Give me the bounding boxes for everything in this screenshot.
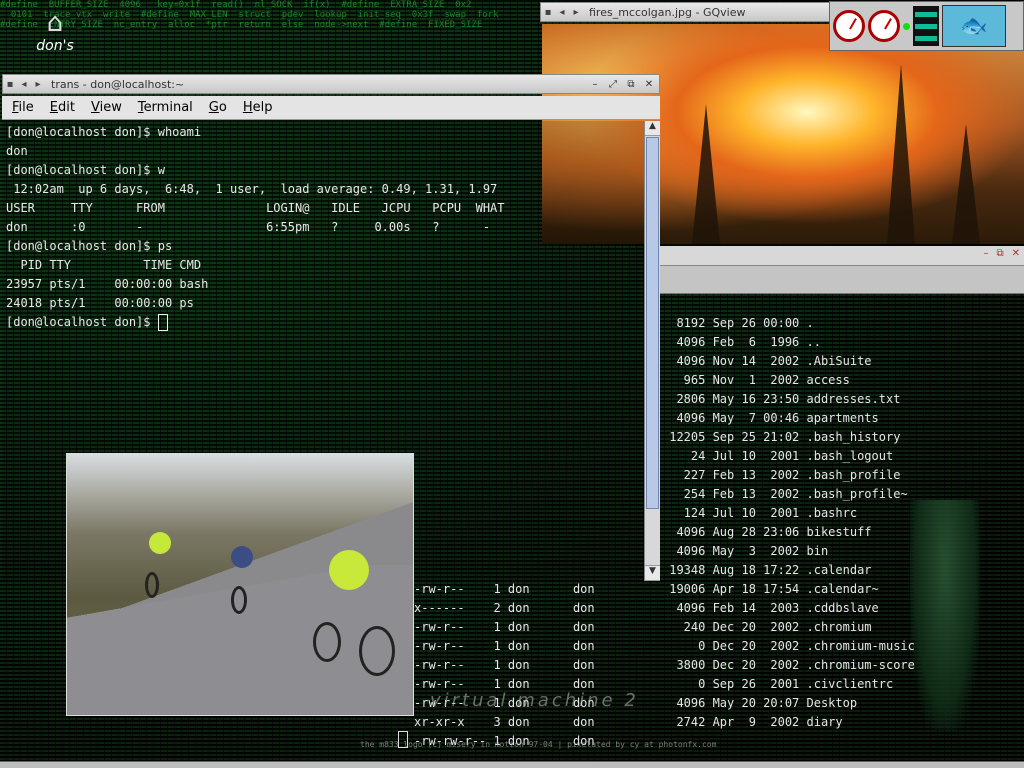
list-item: 0 Sep 26 2001 .civclientrc xyxy=(662,677,894,691)
tree-silhouette xyxy=(952,124,980,244)
bike-wheel xyxy=(231,586,247,614)
list-item: 227 Feb 13 2002 .bash_profile xyxy=(662,468,901,482)
close-icon[interactable]: ✕ xyxy=(643,79,655,90)
listing-window-toolbar xyxy=(660,266,1024,294)
close-icon[interactable]: ✕ xyxy=(1012,248,1020,259)
list-item: xr-xr-x 3 don don xyxy=(414,715,595,729)
list-item: 19006 Apr 18 17:54 .calendar~ xyxy=(662,582,879,596)
terminal-line: 24018 pts/1 00:00:00 ps xyxy=(6,296,194,310)
list-item: x------ 2 don don xyxy=(414,601,595,615)
shade-left-icon[interactable]: ◂ xyxy=(17,79,31,90)
watermark-text: virtual machine 2 xyxy=(430,690,639,711)
minimize-icon[interactable]: – xyxy=(589,79,601,90)
status-led-icon xyxy=(903,22,910,30)
menu-view[interactable]: View xyxy=(91,100,122,115)
terminal-line: [don@localhost don]$ whoami xyxy=(6,125,202,139)
cyclist-figure xyxy=(149,532,171,554)
maximize-icon[interactable]: ⧉ xyxy=(996,248,1003,259)
listing-window-titlebar[interactable]: – ⧉ ✕ xyxy=(660,246,1024,266)
list-item: 4096 May 3 2002 bin xyxy=(662,544,829,558)
list-item: 124 Jul 10 2001 .bashrc xyxy=(662,506,858,520)
list-item: 2806 May 16 23:50 addresses.txt xyxy=(662,392,901,406)
terminal-line: 23957 pts/1 00:00:00 bash xyxy=(6,277,209,291)
cyclists-photo xyxy=(66,453,414,716)
credit-text: the m833 logo (c) misery in motion 97-04… xyxy=(360,740,717,749)
cyclist-figure xyxy=(231,546,253,568)
list-item: 19348 Aug 18 17:22 .calendar xyxy=(662,563,872,577)
list-item: 4096 May 20 20:07 Desktop xyxy=(662,696,858,710)
terminal-titlebar[interactable]: ▪ ◂ ▸ trans - don@localhost:~ – ⤢ ⧉ ✕ xyxy=(2,74,660,94)
prompt-text: [don@localhost don]$ xyxy=(6,315,158,329)
list-item: 965 Nov 1 2002 access xyxy=(662,373,850,387)
list-item: 254 Feb 13 2002 .bash_profile~ xyxy=(662,487,908,501)
terminal-cursor xyxy=(157,314,168,331)
menu-terminal[interactable]: Terminal xyxy=(138,100,193,115)
directory-listing: 8192 Sep 26 00:00 . 4096 Feb 6 1996 .. 4… xyxy=(662,314,1022,732)
memory-gauge-icon xyxy=(868,10,900,42)
menu-go[interactable]: Go xyxy=(209,100,227,115)
menu-edit[interactable]: Edit xyxy=(50,100,75,115)
list-item: 4096 May 7 00:46 apartments xyxy=(662,411,879,425)
list-item: 0 Dec 20 2002 .chromium-music xyxy=(662,639,915,653)
cyclist-figure xyxy=(329,550,369,590)
terminal-menubar: File Edit View Terminal Go Help xyxy=(2,96,660,120)
gqview-titlebar[interactable]: ▪ ◂ ▸ fires_mccolgan.jpg - GQview xyxy=(540,2,832,22)
minimize-icon[interactable]: – xyxy=(983,248,988,259)
bike-wheel xyxy=(359,626,395,676)
list-item: 240 Dec 20 2002 .chromium xyxy=(662,620,872,634)
terminal-title: trans - don@localhost:~ xyxy=(51,77,185,91)
tree-silhouette xyxy=(887,64,915,244)
load-bars-icon xyxy=(913,6,939,46)
scrollbar-thumb[interactable] xyxy=(646,137,659,509)
bike-wheel xyxy=(313,622,341,662)
list-item: 12205 Sep 25 21:02 .bash_history xyxy=(662,430,901,444)
list-item: -rw-r-- 1 don don xyxy=(414,658,595,672)
maximize-icon[interactable]: ⧉ xyxy=(625,79,637,90)
scroll-down-icon[interactable]: ▼ xyxy=(645,565,660,581)
permissions-listing: -rw-r-- 1 don don x------ 2 don don -rw-… xyxy=(414,580,664,751)
list-item: 3800 Dec 20 2002 .chromium-score xyxy=(662,658,915,672)
list-item: 4096 Feb 6 1996 .. xyxy=(662,335,821,349)
terminal-prompt-line: [don@localhost don]$ xyxy=(6,313,640,332)
shade-right-icon[interactable]: ▸ xyxy=(569,7,583,18)
taskbar[interactable] xyxy=(0,761,1024,768)
shade-left-icon[interactable]: ◂ xyxy=(555,7,569,18)
list-item: -rw-r-- 1 don don xyxy=(414,639,595,653)
list-item: 24 Jul 10 2001 .bash_logout xyxy=(662,449,894,463)
menu-help[interactable]: Help xyxy=(243,100,273,115)
list-item: -rw-r-- 1 don don xyxy=(414,582,595,596)
terminal-line: [don@localhost don]$ ps xyxy=(6,239,173,253)
tree-silhouette xyxy=(692,104,720,244)
list-item: 8192 Sep 26 00:00 . xyxy=(662,316,814,330)
home-folder-desktop-icon[interactable]: ⌂ don's xyxy=(30,8,80,54)
terminal-line: don :0 - 6:55pm ? 0.00s ? - xyxy=(6,220,491,234)
gqview-title: fires_mccolgan.jpg - GQview xyxy=(589,5,746,19)
list-item: 4096 Nov 14 2002 .AbiSuite xyxy=(662,354,872,368)
terminal-line: PID TTY TIME CMD xyxy=(6,258,202,272)
window-menu-icon[interactable]: ▪ xyxy=(541,7,555,18)
list-item: 2742 Apr 9 2002 diary xyxy=(662,715,843,729)
window-menu-icon[interactable]: ▪ xyxy=(3,79,17,90)
shade-right-icon[interactable]: ▸ xyxy=(31,79,45,90)
list-item: 4096 Feb 14 2003 .cddbslave xyxy=(662,601,879,615)
fish-applet-icon[interactable]: 🐟 xyxy=(942,5,1006,47)
system-monitor-applet: 🐟 xyxy=(829,1,1024,51)
list-item: -rw-r-- 1 don don xyxy=(414,620,595,634)
terminal-line: [don@localhost don]$ w xyxy=(6,163,165,177)
terminal-line: 12:02am up 6 days, 6:48, 1 user, load av… xyxy=(6,182,498,196)
menu-file[interactable]: File xyxy=(12,100,34,115)
terminal-scrollbar[interactable]: ▲ ▼ xyxy=(644,121,660,581)
list-item: 4096 Aug 28 23:06 bikestuff xyxy=(662,525,872,539)
cpu-gauge-icon xyxy=(833,10,865,42)
terminal-line: don xyxy=(6,144,28,158)
terminal-line: USER TTY FROM LOGIN@ IDLE JCPU PCPU WHAT xyxy=(6,201,505,215)
home-icon: ⌂ xyxy=(46,8,64,38)
scroll-up-icon[interactable]: ▲ xyxy=(645,121,660,136)
bike-wheel xyxy=(145,572,159,598)
restore-icon[interactable]: ⤢ xyxy=(607,79,619,90)
desktop-icon-label: don's xyxy=(36,38,74,54)
